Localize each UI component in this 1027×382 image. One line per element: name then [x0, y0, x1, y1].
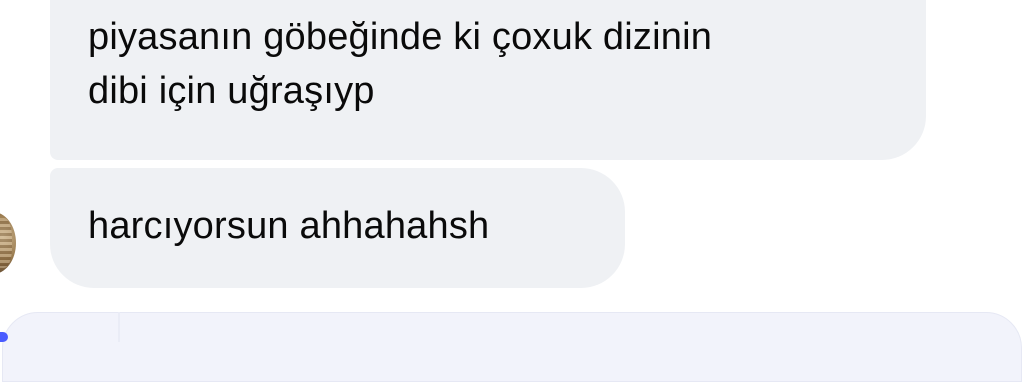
message-text-line: dibi için uğraşıyp — [88, 70, 375, 112]
sender-avatar[interactable] — [0, 212, 16, 274]
message-text-line: piyasanın göbeğinde ki çoxuk dizinin — [88, 16, 713, 58]
chat-thread: piyasanın göbeğinde ki çoxuk dizinin dib… — [0, 0, 1027, 382]
message-composer[interactable] — [2, 312, 1022, 382]
message-text-line: harcıyorsun ahhahahsh — [88, 205, 490, 247]
composer-divider — [118, 312, 120, 342]
message-bubble[interactable]: piyasanın göbeğinde ki çoxuk dizinin dib… — [50, 0, 926, 160]
message-bubble[interactable]: harcıyorsun ahhahahsh — [50, 168, 625, 288]
